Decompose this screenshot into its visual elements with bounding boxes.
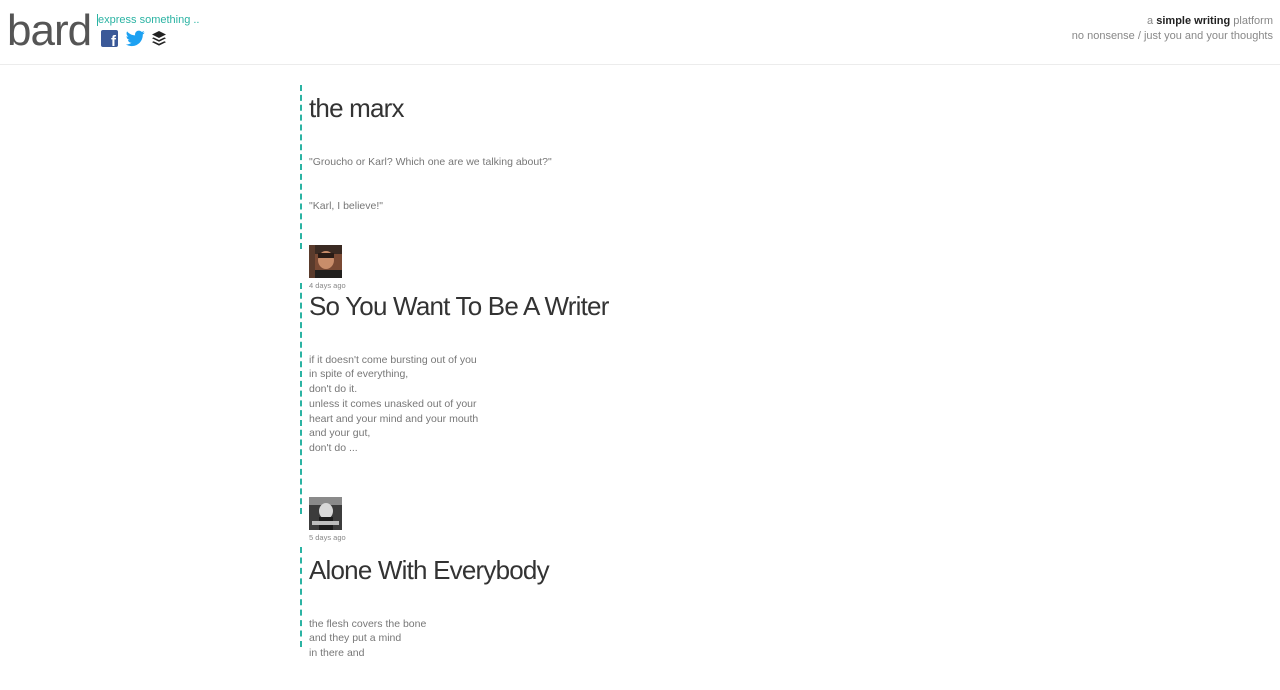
buffer-icon[interactable] xyxy=(151,30,168,47)
tagline-line-2: no nonsense / just you and your thoughts xyxy=(1071,30,1273,42)
site-logo[interactable]: bard xyxy=(7,6,92,56)
tagline: a simple writing platform no nonsense / … xyxy=(1072,14,1273,44)
post-paragraph: "Groucho or Karl? Which one are we talki… xyxy=(309,155,552,168)
tagline-suffix: platform xyxy=(1230,15,1273,27)
author-avatar[interactable] xyxy=(309,497,342,531)
post-time: 5 days ago xyxy=(309,533,346,543)
site-header: bard express something .. a simple writi… xyxy=(0,0,1280,65)
post-card: Alone With Everybody the flesh covers th… xyxy=(300,547,550,659)
post-body: if it doesn't come bursting out of you i… xyxy=(309,338,609,485)
post-title[interactable]: the marx xyxy=(309,88,552,128)
tagline-line-1: a simple writing platform xyxy=(1072,14,1273,29)
post-title[interactable]: So You Want To Be A Writer xyxy=(309,286,609,326)
post-title[interactable]: Alone With Everybody xyxy=(309,550,550,590)
express-text[interactable]: express something .. xyxy=(98,14,200,26)
social-links xyxy=(101,30,168,50)
twitter-icon[interactable] xyxy=(125,30,145,47)
post-paragraph: if it doesn't come bursting out of you i… xyxy=(309,353,479,454)
express-something-link[interactable]: express something .. xyxy=(97,14,200,26)
facebook-icon[interactable] xyxy=(101,30,118,50)
post-body: "Groucho or Karl? Which one are we talki… xyxy=(309,140,552,243)
post-card: the marx "Groucho or Karl? Which one are… xyxy=(300,85,552,290)
tagline-prefix: a xyxy=(1147,15,1157,27)
post-paragraph: "Karl, I believe!" xyxy=(309,199,383,212)
author-avatar[interactable] xyxy=(309,244,342,278)
post-body: the flesh covers the bone and they put a… xyxy=(309,602,549,690)
post-card: So You Want To Be A Writer if it doesn't… xyxy=(300,283,609,542)
post-paragraph: the flesh covers the bone and they put a… xyxy=(309,617,427,660)
tagline-emphasis: simple writing xyxy=(1156,15,1231,27)
